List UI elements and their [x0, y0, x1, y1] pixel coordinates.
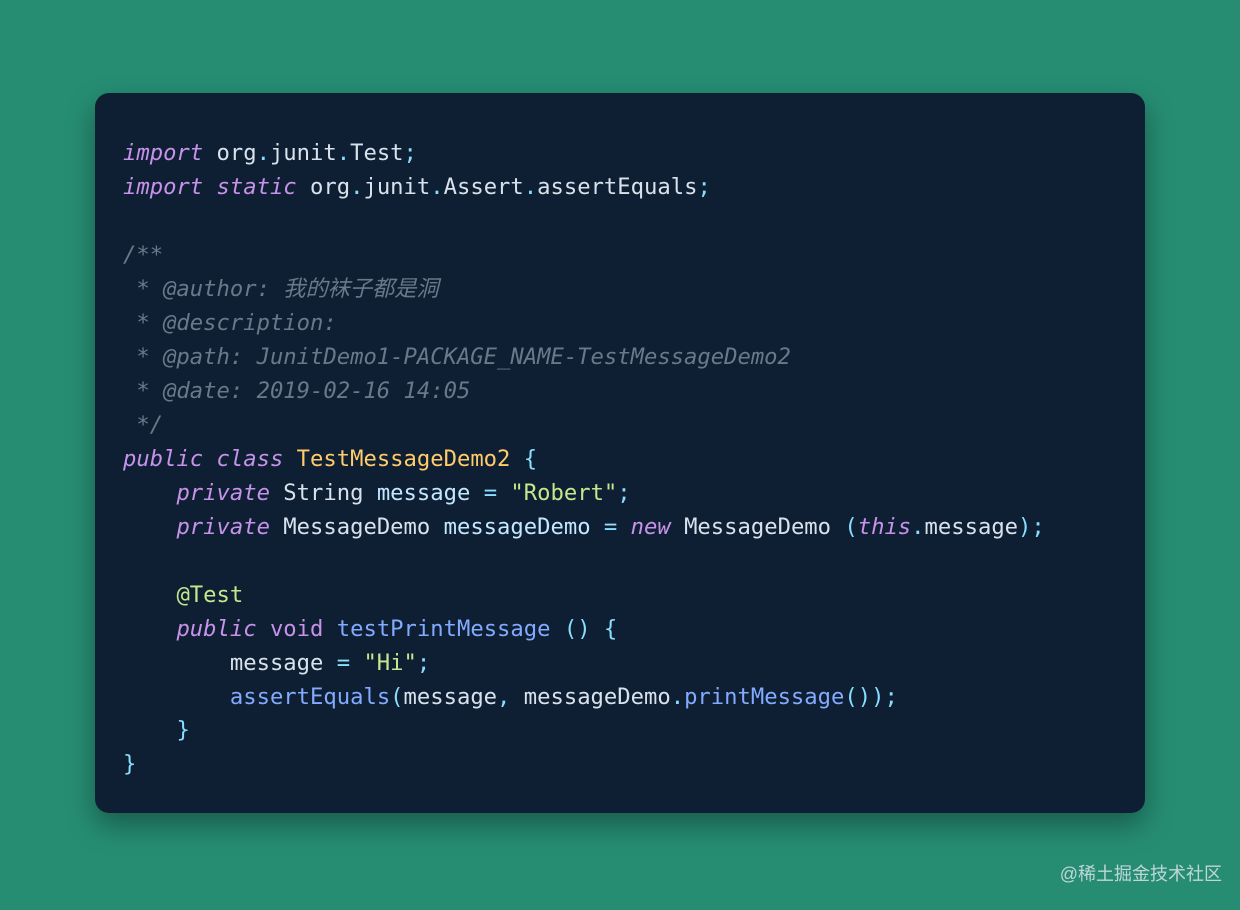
code-token: .	[257, 140, 270, 166]
code-token: )	[1018, 514, 1031, 540]
code-token: ;	[417, 650, 430, 676]
code-token: .	[524, 174, 537, 200]
code-token	[123, 717, 176, 743]
code-token: * @path: JunitDemo1-PACKAGE_NAME-TestMes…	[123, 344, 791, 370]
code-token: (	[564, 616, 577, 642]
code-token: public	[176, 616, 256, 642]
code-token: {	[524, 446, 537, 472]
code-block: import org.junit.Test; import static org…	[123, 137, 1117, 782]
code-token	[203, 174, 216, 200]
code-token: )	[577, 616, 590, 642]
code-token	[123, 582, 176, 608]
code-token: ,	[497, 684, 510, 710]
code-token: "Hi"	[363, 650, 416, 676]
code-token: message	[123, 650, 337, 676]
code-token: new	[631, 514, 671, 540]
code-token: .	[911, 514, 924, 540]
code-token: /**	[123, 242, 163, 268]
code-token	[350, 650, 363, 676]
code-token: (	[844, 514, 857, 540]
code-token: }	[176, 717, 189, 743]
code-token: ;	[1031, 514, 1044, 540]
code-token	[550, 616, 563, 642]
code-token	[123, 616, 176, 642]
code-token: junit	[363, 174, 430, 200]
code-token: (	[390, 684, 403, 710]
code-token: class	[217, 446, 284, 472]
code-token: .	[430, 174, 443, 200]
code-token: =	[604, 514, 617, 540]
code-token: MessageDemo	[270, 514, 444, 540]
code-token: String	[270, 480, 377, 506]
code-token: message	[925, 514, 1019, 540]
code-token: .	[350, 174, 363, 200]
code-token	[203, 446, 216, 472]
code-token: void	[270, 616, 323, 642]
watermark: @稀土掘金技术社区	[1060, 860, 1222, 886]
code-token: static	[217, 174, 297, 200]
code-token: "Robert"	[510, 480, 617, 506]
code-token: private	[176, 514, 270, 540]
code-token: messageDemo	[444, 514, 591, 540]
code-token	[591, 514, 604, 540]
code-token	[323, 616, 336, 642]
code-token: junit	[270, 140, 337, 166]
code-token: public	[123, 446, 203, 472]
code-token: MessageDemo	[671, 514, 845, 540]
code-token: =	[337, 650, 350, 676]
code-token: =	[484, 480, 497, 506]
code-token: ;	[697, 174, 710, 200]
code-token: private	[176, 480, 270, 506]
code-token: testPrintMessage	[337, 616, 551, 642]
code-token	[123, 480, 176, 506]
code-token: TestMessageDemo2	[297, 446, 511, 472]
code-token: ;	[617, 480, 630, 506]
code-token: * @date: 2019-02-16 14:05	[123, 378, 470, 404]
code-token: Test	[350, 140, 403, 166]
code-token: printMessage	[684, 684, 844, 710]
code-token	[257, 616, 270, 642]
code-token: * @description:	[123, 310, 337, 336]
code-token: ;	[404, 140, 417, 166]
code-token: )	[871, 684, 884, 710]
code-token: message	[404, 684, 498, 710]
code-token: import	[123, 174, 203, 200]
code-token: org	[203, 140, 256, 166]
code-token: this	[858, 514, 911, 540]
code-token: ;	[884, 684, 897, 710]
code-token	[470, 480, 483, 506]
code-token: Assert	[444, 174, 524, 200]
code-token: .	[337, 140, 350, 166]
code-token: assertEquals	[537, 174, 697, 200]
code-token: {	[604, 616, 617, 642]
code-token: message	[377, 480, 471, 506]
code-token: * @author: 我的袜子都是洞	[123, 276, 439, 302]
code-token: org	[297, 174, 350, 200]
code-token: messageDemo	[510, 684, 670, 710]
code-token: @Test	[176, 582, 243, 608]
code-token: )	[858, 684, 871, 710]
code-token: (	[844, 684, 857, 710]
code-token	[617, 514, 630, 540]
code-card: import org.junit.Test; import static org…	[95, 93, 1145, 813]
code-token	[497, 480, 510, 506]
code-token	[510, 446, 523, 472]
code-token: import	[123, 140, 203, 166]
code-token	[283, 446, 296, 472]
code-token: assertEquals	[230, 684, 390, 710]
code-token	[123, 514, 176, 540]
code-token: }	[123, 751, 136, 777]
code-token: */	[123, 412, 163, 438]
code-token	[123, 684, 230, 710]
code-token	[591, 616, 604, 642]
code-token: .	[671, 684, 684, 710]
